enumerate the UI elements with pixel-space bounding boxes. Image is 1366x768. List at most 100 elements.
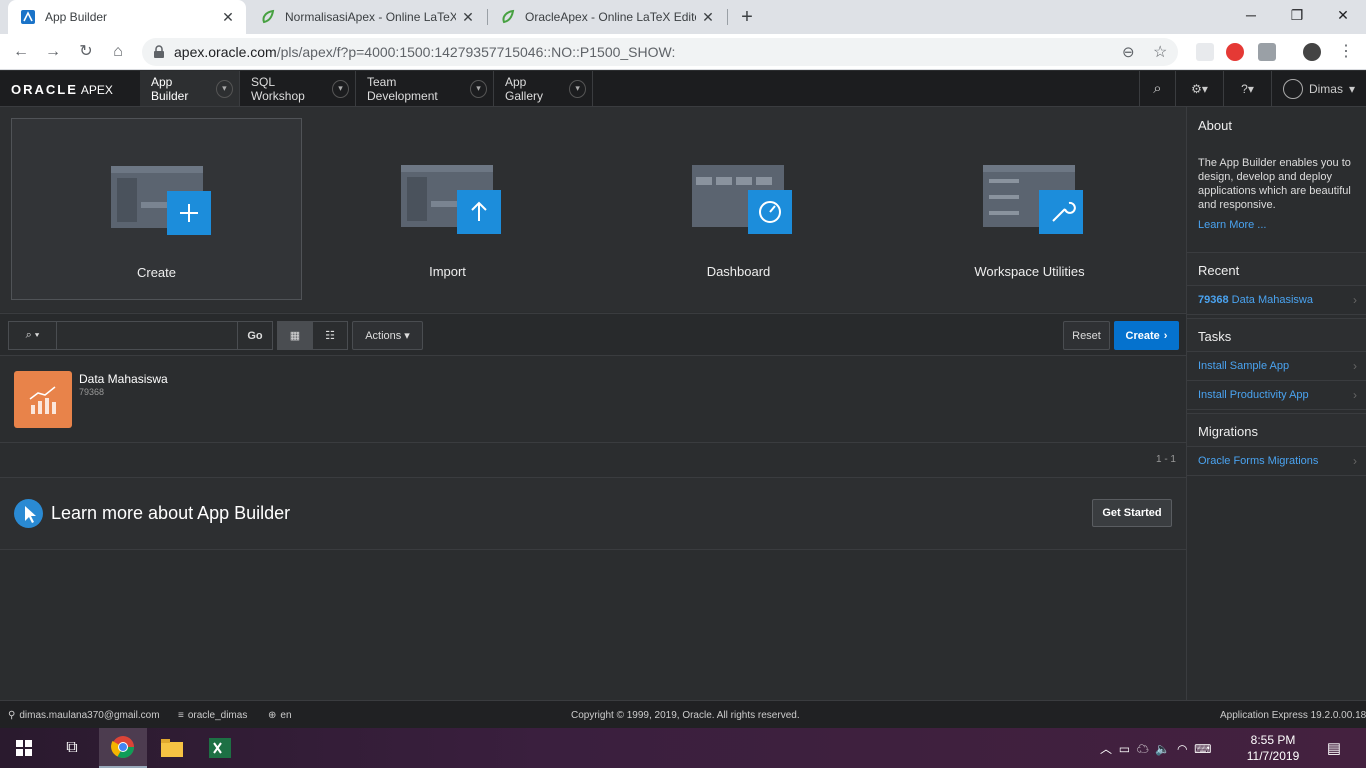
minimize-icon[interactable]: ─ xyxy=(1228,0,1274,30)
recent-app-name: Data Mahasiswa xyxy=(1231,294,1313,306)
back-arrow-icon[interactable]: ← xyxy=(10,41,32,63)
side-panel: About The App Builder enables you to des… xyxy=(1186,107,1366,700)
chevron-down-icon: ▾ xyxy=(404,330,410,342)
windows-taskbar: ⧉ ︿ ▭ ☁ 🔈 ◠ ⌨ 8:55 PM 11/7/2019 ▤ xyxy=(0,728,1366,768)
nav-tab-app-builder[interactable]: App Builder ▾ xyxy=(140,71,240,106)
footer-language[interactable]: ⊕ en xyxy=(268,710,292,721)
user-menu[interactable]: Dimas ▾ xyxy=(1271,71,1366,106)
grid-icon: ▦ xyxy=(289,330,301,342)
go-button[interactable]: Go xyxy=(237,321,273,350)
chevron-down-icon[interactable]: ▾ xyxy=(215,79,233,98)
wifi-icon[interactable]: ◠ xyxy=(1177,742,1187,756)
table-icon: ☷ xyxy=(325,330,335,342)
install-sample-app-link[interactable]: Install Sample App › xyxy=(1187,352,1366,381)
browser-tab-strip: App Builder ✕ NormalisasiApex - Online L… xyxy=(0,0,1366,34)
task-view-icon[interactable]: ⧉ xyxy=(48,728,96,768)
browser-tab-app-builder[interactable]: App Builder ✕ xyxy=(8,0,246,34)
report-view-toggle[interactable]: ☷ xyxy=(312,321,348,350)
import-card[interactable]: Import xyxy=(302,118,593,300)
create-button[interactable]: Create › xyxy=(1114,321,1179,350)
url-path: /pls/apex/f?p=4000:1500:14279357715046::… xyxy=(276,44,676,60)
chrome-taskbar-icon[interactable] xyxy=(99,728,147,768)
user-avatar-icon xyxy=(1282,78,1303,99)
apps-list: Data Mahasiswa 79368 1 - 1 xyxy=(0,357,1186,465)
browser-tab-oracleapex[interactable]: OracleApex - Online LaTeX Editor ✕ xyxy=(488,0,726,34)
forward-arrow-icon[interactable]: → xyxy=(42,41,64,63)
profile-avatar[interactable] xyxy=(1303,43,1321,61)
chevron-down-icon[interactable]: ▾ xyxy=(469,79,487,98)
file-explorer-icon[interactable] xyxy=(148,728,196,768)
workspace-utilities-card[interactable]: Workspace Utilities xyxy=(884,118,1175,300)
learn-more-link[interactable]: Learn More ... xyxy=(1198,219,1266,231)
network-icon[interactable]: ☁ xyxy=(1137,742,1149,756)
close-icon[interactable]: ✕ xyxy=(700,9,716,25)
home-icon[interactable]: ⌂ xyxy=(107,41,129,63)
learn-more-region: Learn more about App Builder Get Started xyxy=(0,477,1186,550)
shield-extension-icon[interactable] xyxy=(1258,43,1276,61)
address-bar[interactable]: apex.oracle.com/pls/apex/f?p=4000:1500:1… xyxy=(142,38,1178,66)
maximize-icon[interactable]: ❐ xyxy=(1274,0,1320,30)
star-bookmark-icon[interactable]: ☆ xyxy=(1153,42,1167,62)
version-text: Application Express 19.2.0.00.18 xyxy=(1220,710,1366,721)
database-icon: ≡ xyxy=(178,710,184,721)
user-email: dimas.maulana370@gmail.com xyxy=(19,710,160,721)
browser-menu-icon[interactable]: ⋮ xyxy=(1338,41,1354,61)
get-started-button[interactable]: Get Started xyxy=(1092,499,1172,527)
logo-apex: APEX xyxy=(80,83,113,97)
new-tab-plus-icon[interactable]: + xyxy=(735,5,759,29)
install-productivity-app-link[interactable]: Install Productivity App › xyxy=(1187,381,1366,410)
windows-start-icon[interactable] xyxy=(0,728,48,768)
pagination-text: 1 - 1 xyxy=(1155,454,1176,465)
tab-separator xyxy=(727,9,728,25)
card-label: Create xyxy=(136,265,177,280)
admin-menu-icon[interactable]: ⚙▾ xyxy=(1175,71,1223,106)
dashboard-gauge-icon xyxy=(692,165,792,234)
volume-icon[interactable]: 🔈 xyxy=(1155,742,1170,756)
close-icon[interactable]: ✕ xyxy=(220,9,236,25)
actions-menu-button[interactable]: Actions ▾ xyxy=(352,321,423,350)
oracle-apex-logo[interactable]: ORACLE APEX xyxy=(11,82,113,97)
nav-tab-app-gallery[interactable]: App Gallery ▾ xyxy=(494,71,593,106)
create-card[interactable]: Create xyxy=(11,118,302,300)
about-text: The App Builder enables you to design, d… xyxy=(1198,157,1351,211)
search-input[interactable] xyxy=(56,321,238,350)
browser-tab-normalisasi[interactable]: NormalisasiApex - Online LaTeX E ✕ xyxy=(248,0,486,34)
clock-time: 8:55 PM xyxy=(1250,733,1296,747)
app-chart-icon[interactable] xyxy=(14,371,72,428)
tasks-heading: Tasks xyxy=(1187,318,1366,352)
close-icon[interactable]: ✕ xyxy=(460,9,476,25)
dashboard-card[interactable]: Dashboard xyxy=(593,118,884,300)
chevron-up-icon[interactable]: ︿ xyxy=(1100,742,1112,756)
apex-favicon-icon xyxy=(20,9,36,25)
notifications-icon[interactable]: ▤ xyxy=(1310,728,1358,768)
recent-app-link[interactable]: 79368 Data Mahasiswa › xyxy=(1187,286,1366,315)
adblock-icon[interactable] xyxy=(1226,43,1244,61)
chevron-down-icon[interactable]: ▾ xyxy=(332,79,349,98)
migrations-heading: Migrations xyxy=(1187,413,1366,447)
reload-icon[interactable]: ↻ xyxy=(75,41,97,63)
keyboard-icon[interactable]: ⌨ xyxy=(1194,742,1211,756)
help-menu-icon[interactable]: ?▾ xyxy=(1223,71,1271,106)
learn-more-title: Learn more about App Builder xyxy=(51,503,291,523)
chevron-right-icon: › xyxy=(1353,293,1357,307)
footer-schema: ≡ oracle_dimas xyxy=(178,710,247,721)
reset-button[interactable]: Reset xyxy=(1063,321,1110,350)
nav-label: App Gallery xyxy=(505,74,544,103)
app-id: 79368 xyxy=(79,387,105,397)
app-name-link[interactable]: Data Mahasiswa xyxy=(79,372,168,386)
window-close-icon[interactable]: ✕ xyxy=(1320,0,1366,30)
excel-icon[interactable] xyxy=(196,728,244,768)
clock[interactable]: 8:55 PM 11/7/2019 xyxy=(1238,732,1308,764)
nav-tab-sql-workshop[interactable]: SQL Workshop ▾ xyxy=(240,71,356,106)
search-column-select[interactable]: ⌕ ▾ xyxy=(8,321,57,350)
zoom-icon[interactable]: ⊖ xyxy=(1122,43,1135,61)
nav-label: Team Development xyxy=(367,74,438,103)
oracle-forms-migrations-link[interactable]: Oracle Forms Migrations › xyxy=(1187,447,1366,476)
extension-icon[interactable] xyxy=(1196,43,1214,61)
task-label: Install Sample App xyxy=(1198,360,1290,372)
chevron-down-icon[interactable]: ▾ xyxy=(569,79,586,98)
search-icon[interactable]: ⌕ xyxy=(1139,71,1175,106)
nav-tab-team-development[interactable]: Team Development ▾ xyxy=(356,71,494,106)
icon-view-toggle[interactable]: ▦ xyxy=(277,321,313,350)
chevron-right-icon: › xyxy=(1353,454,1357,468)
